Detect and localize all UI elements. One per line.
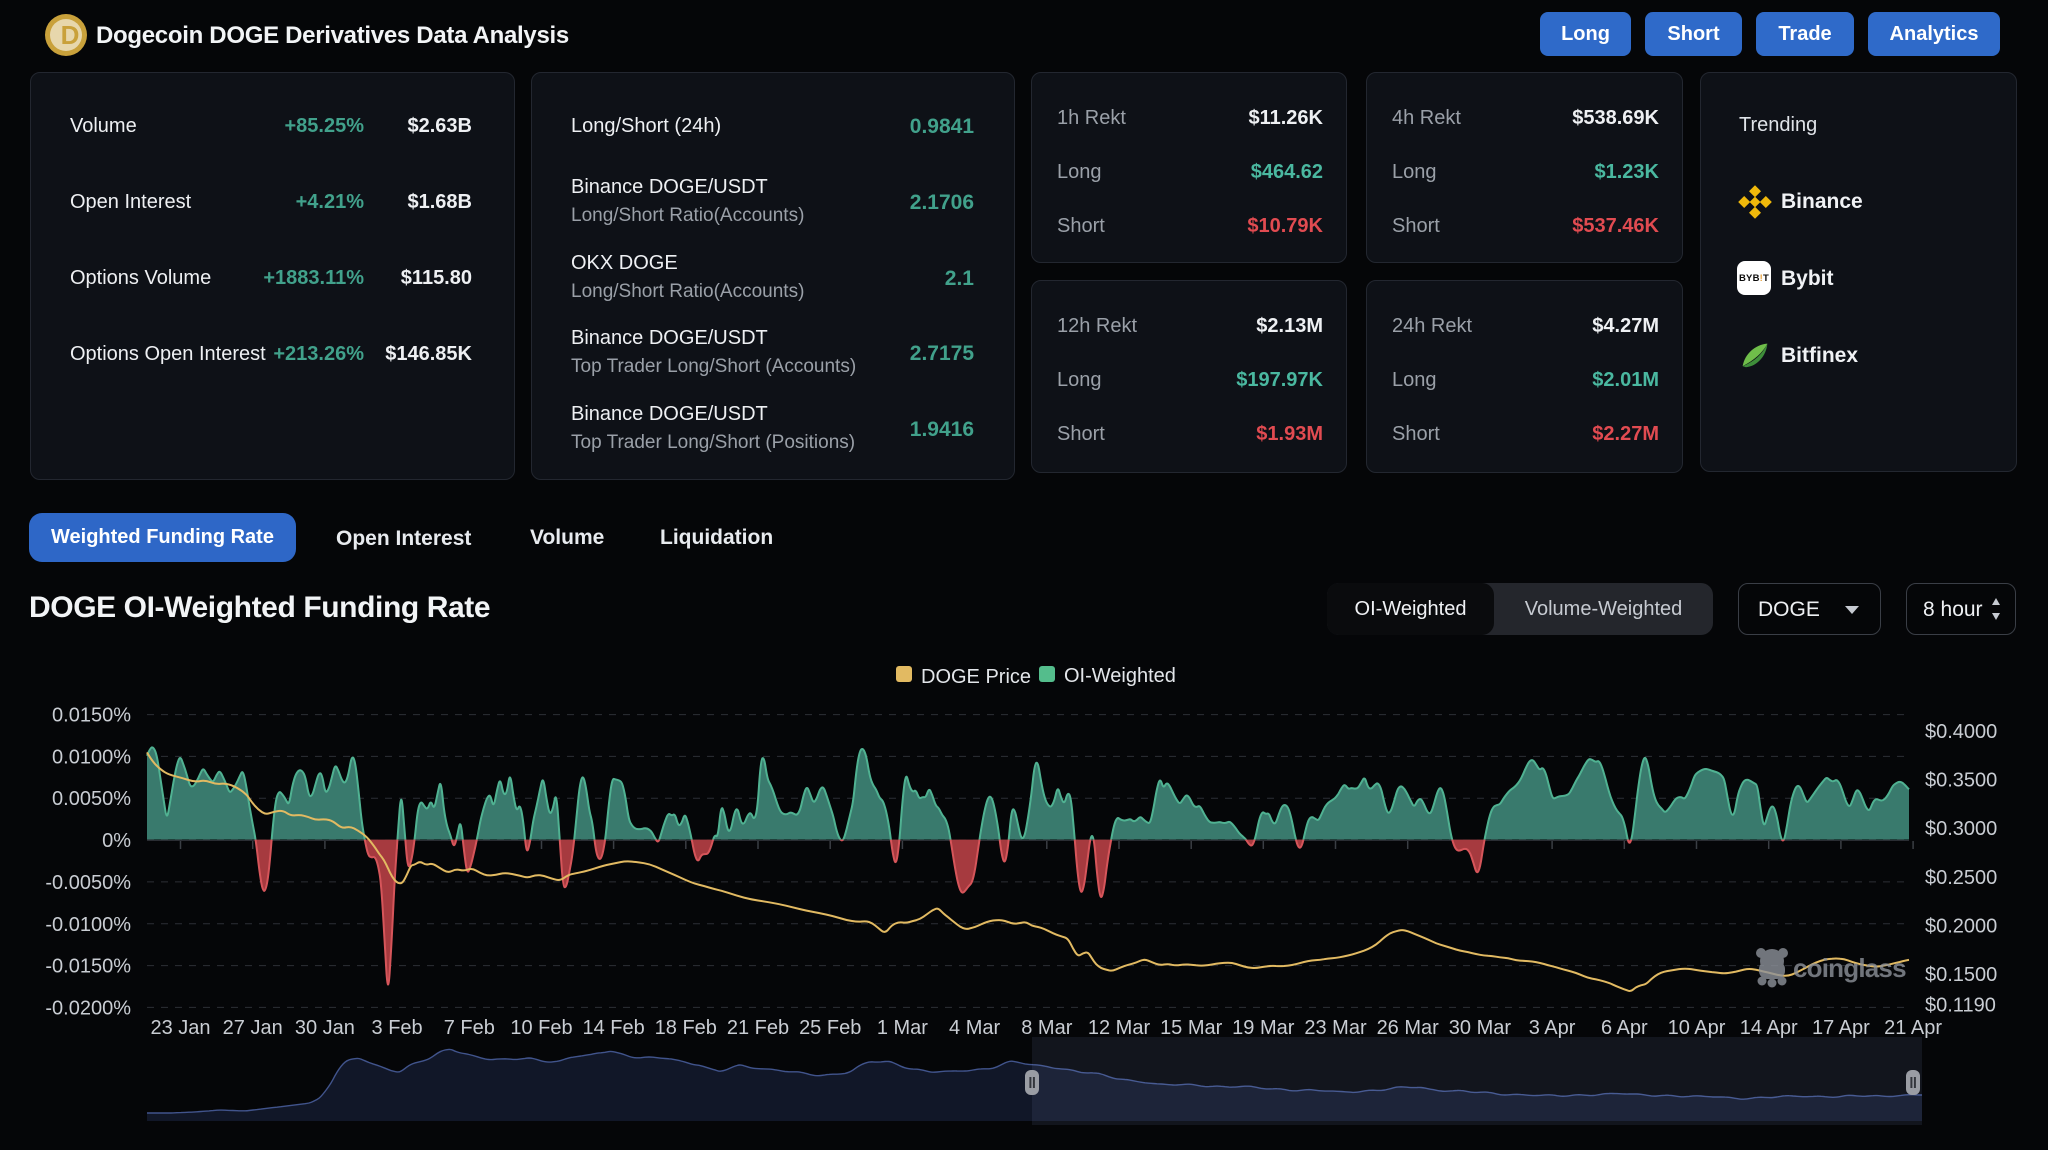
svg-text:3 Apr: 3 Apr [1529, 1017, 1576, 1039]
svg-text:18 Feb: 18 Feb [655, 1017, 717, 1039]
svg-text:4 Mar: 4 Mar [949, 1017, 1000, 1039]
svg-text:10 Feb: 10 Feb [510, 1017, 572, 1039]
svg-text:27 Jan: 27 Jan [223, 1017, 283, 1039]
svg-text:3 Feb: 3 Feb [372, 1017, 423, 1039]
svg-text:7 Feb: 7 Feb [444, 1017, 495, 1039]
svg-text:6 Apr: 6 Apr [1601, 1017, 1648, 1039]
svg-text:$0.4000: $0.4000 [1925, 721, 1997, 743]
svg-text:30 Jan: 30 Jan [295, 1017, 355, 1039]
svg-text:-0.0200%: -0.0200% [45, 997, 131, 1019]
svg-text:23 Mar: 23 Mar [1304, 1017, 1367, 1039]
svg-text:21 Apr: 21 Apr [1884, 1017, 1942, 1039]
svg-text:$0.2000: $0.2000 [1925, 915, 1997, 937]
svg-text:0.0050%: 0.0050% [52, 788, 131, 810]
svg-text:coinglass: coinglass [1793, 953, 1906, 983]
svg-text:26 Mar: 26 Mar [1377, 1017, 1440, 1039]
svg-text:14 Feb: 14 Feb [582, 1017, 644, 1039]
svg-text:0%: 0% [102, 830, 131, 852]
svg-text:23 Jan: 23 Jan [150, 1017, 210, 1039]
svg-text:$0.1190: $0.1190 [1925, 994, 1996, 1016]
svg-text:1 Mar: 1 Mar [877, 1017, 928, 1039]
svg-text:12 Mar: 12 Mar [1088, 1017, 1151, 1039]
svg-text:15 Mar: 15 Mar [1160, 1017, 1223, 1039]
svg-text:10 Apr: 10 Apr [1668, 1017, 1726, 1039]
svg-text:$0.2500: $0.2500 [1925, 867, 1997, 889]
svg-text:-0.0100%: -0.0100% [45, 914, 131, 936]
svg-text:17 Apr: 17 Apr [1812, 1017, 1870, 1039]
svg-text:25 Feb: 25 Feb [799, 1017, 861, 1039]
svg-text:0.0150%: 0.0150% [52, 705, 131, 727]
svg-text:-0.0050%: -0.0050% [45, 872, 131, 894]
svg-text:30 Mar: 30 Mar [1449, 1017, 1512, 1039]
svg-text:21 Feb: 21 Feb [727, 1017, 789, 1039]
svg-text:$0.3500: $0.3500 [1925, 770, 1997, 792]
svg-text:0.0100%: 0.0100% [52, 746, 131, 768]
svg-text:$0.3000: $0.3000 [1925, 818, 1997, 840]
svg-text:14 Apr: 14 Apr [1740, 1017, 1798, 1039]
svg-text:19 Mar: 19 Mar [1232, 1017, 1295, 1039]
svg-text:$0.1500: $0.1500 [1925, 964, 1997, 986]
svg-text:-0.0150%: -0.0150% [45, 956, 131, 978]
svg-text:8 Mar: 8 Mar [1021, 1017, 1072, 1039]
